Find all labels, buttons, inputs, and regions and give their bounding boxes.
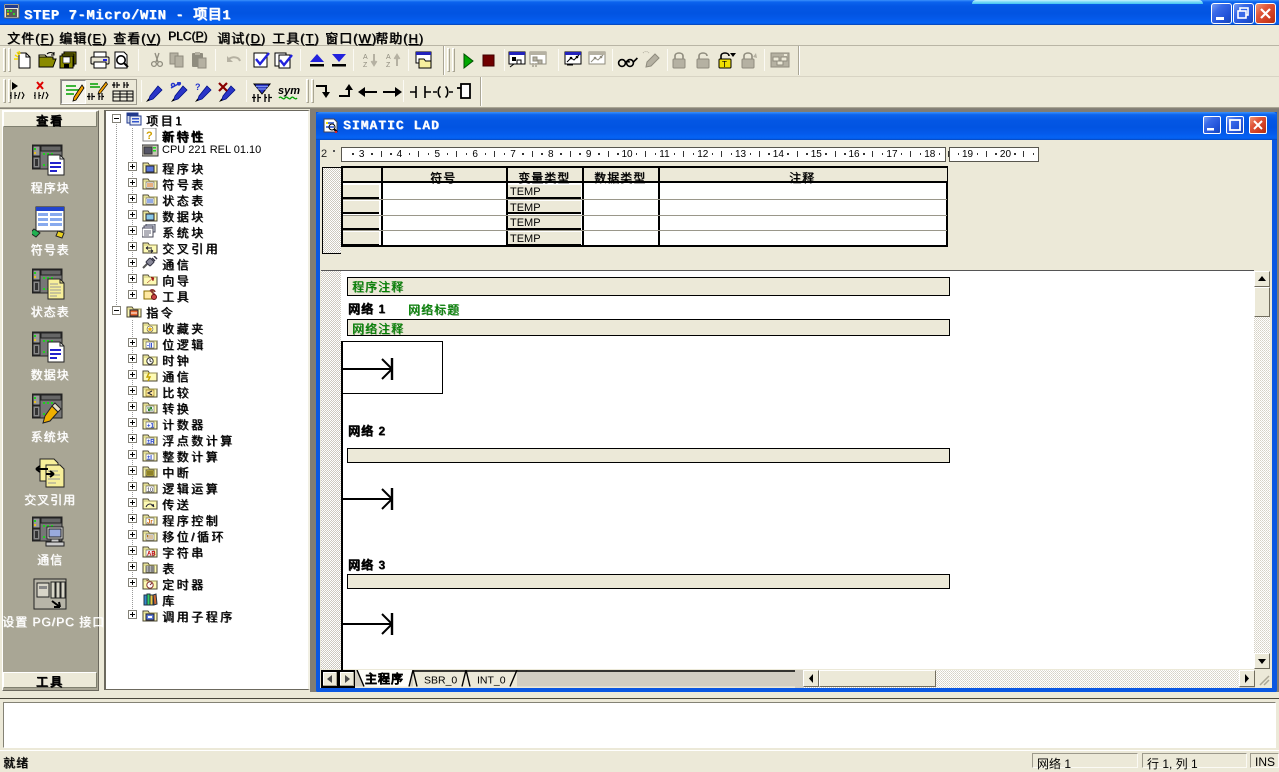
svg-text:SBR_0: SBR_0 xyxy=(424,675,457,687)
svg-text:?: ? xyxy=(195,82,201,92)
svg-text:-II: -II xyxy=(147,344,153,350)
svg-text:Z: Z xyxy=(363,62,368,69)
svg-text:A: A xyxy=(386,54,391,61)
svg-text:A: A xyxy=(363,54,368,61)
svg-text:?: ? xyxy=(146,130,153,142)
svg-text:Jr: Jr xyxy=(147,520,153,526)
svg-text:INT_0: INT_0 xyxy=(477,675,506,687)
svg-text:主程序: 主程序 xyxy=(365,671,404,686)
svg-text:AB: AB xyxy=(147,552,156,558)
svg-text:sym: sym xyxy=(278,85,300,97)
svg-text:+1: +1 xyxy=(147,424,155,430)
svg-text:10: 10 xyxy=(147,488,153,494)
svg-text:±R: ±R xyxy=(147,440,155,446)
svg-text:Z: Z xyxy=(386,62,391,69)
svg-text:T: T xyxy=(722,60,727,69)
svg-text:±I: ±I xyxy=(147,456,152,462)
